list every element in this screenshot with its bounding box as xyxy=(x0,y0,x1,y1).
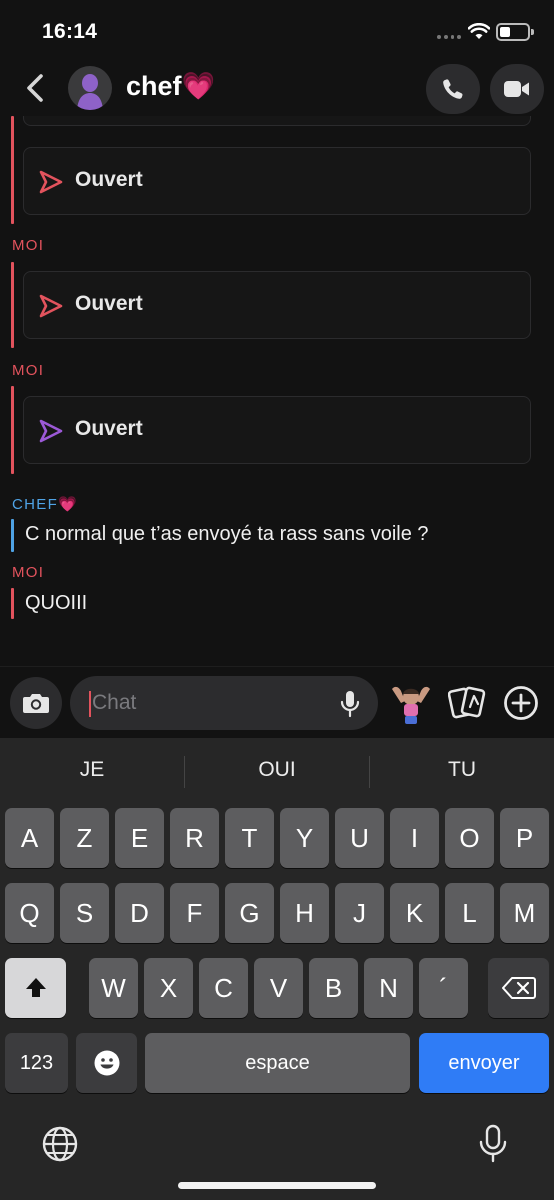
key-h[interactable]: H xyxy=(280,883,329,943)
back-chevron-icon[interactable] xyxy=(22,72,50,104)
sender-bar xyxy=(11,386,14,474)
key-v[interactable]: V xyxy=(254,958,303,1018)
key-n[interactable]: N xyxy=(364,958,413,1018)
snap-card[interactable]: Ouvert xyxy=(23,271,531,339)
shift-key[interactable] xyxy=(5,958,66,1018)
call-button[interactable] xyxy=(426,64,480,114)
key-k[interactable]: K xyxy=(390,883,439,943)
key-i[interactable]: I xyxy=(390,808,439,868)
battery-icon xyxy=(496,23,534,41)
emoji-icon xyxy=(94,1050,119,1076)
key-apostrophe[interactable]: ´ xyxy=(419,958,468,1018)
return-send-key[interactable]: envoyer xyxy=(419,1033,549,1093)
message-text[interactable]: C normal que t’as envoyé ta rass sans vo… xyxy=(25,523,429,546)
sent-arrow-icon xyxy=(39,294,63,318)
video-call-button[interactable] xyxy=(490,64,544,114)
space-key[interactable]: espace xyxy=(145,1033,410,1093)
chat-header: chef💗 xyxy=(0,60,554,116)
camera-button[interactable] xyxy=(10,677,62,729)
dictation-icon[interactable] xyxy=(478,1124,508,1164)
key-c[interactable]: C xyxy=(199,958,248,1018)
key-x[interactable]: X xyxy=(144,958,193,1018)
backspace-icon xyxy=(501,977,536,999)
numbers-key[interactable]: 123 xyxy=(5,1033,68,1093)
key-g[interactable]: G xyxy=(225,883,274,943)
backspace-key[interactable] xyxy=(488,958,549,1018)
key-d[interactable]: D xyxy=(115,883,164,943)
sender-bar xyxy=(11,588,14,619)
sender-bar xyxy=(11,262,14,348)
bitmoji-icon[interactable] xyxy=(390,681,432,725)
composer-bar: Chat xyxy=(0,666,554,738)
key-e[interactable]: E xyxy=(115,808,164,868)
snap-card[interactable]: Ouvert xyxy=(23,147,531,215)
person-silhouette-icon xyxy=(77,74,103,110)
avatar[interactable] xyxy=(68,66,112,110)
phone-icon xyxy=(443,79,463,99)
text-caret xyxy=(89,691,91,717)
message-list[interactable]: Ouvert MOI Ouvert MOI Ouvert CHEF💗 C nor… xyxy=(0,116,554,666)
key-s[interactable]: S xyxy=(60,883,109,943)
shift-icon xyxy=(25,978,46,997)
sender-label-me: MOI xyxy=(12,237,45,254)
microphone-icon[interactable] xyxy=(340,690,360,718)
predictive-bar: JE OUI TU xyxy=(0,738,554,804)
chat-input[interactable]: Chat xyxy=(70,676,378,730)
key-a[interactable]: A xyxy=(5,808,54,868)
key-q[interactable]: Q xyxy=(5,883,54,943)
suggestion-3[interactable]: TU xyxy=(370,758,554,782)
snap-status-label: Ouvert xyxy=(75,417,143,440)
snap-status-label: Ouvert xyxy=(75,292,143,315)
key-r[interactable]: R xyxy=(170,808,219,868)
status-time: 16:14 xyxy=(42,20,98,43)
key-m[interactable]: M xyxy=(500,883,549,943)
key-p[interactable]: P xyxy=(500,808,549,868)
chat-title[interactable]: chef💗 xyxy=(126,70,215,102)
sender-label-me: MOI xyxy=(12,564,45,581)
cards-icon[interactable] xyxy=(448,683,486,723)
video-camera-icon xyxy=(504,81,529,97)
key-y[interactable]: Y xyxy=(280,808,329,868)
suggestion-1[interactable]: JE xyxy=(0,758,184,782)
globe-icon[interactable] xyxy=(40,1124,80,1164)
sender-bar xyxy=(11,519,14,552)
snap-card-partial[interactable] xyxy=(23,116,531,126)
cellular-signal-icon xyxy=(437,35,461,40)
sent-arrow-icon xyxy=(39,419,63,443)
key-z[interactable]: Z xyxy=(60,808,109,868)
key-u[interactable]: U xyxy=(335,808,384,868)
snap-card[interactable]: Ouvert xyxy=(23,396,531,464)
sent-arrow-icon xyxy=(39,170,63,194)
status-bar: 16:14 xyxy=(0,0,554,62)
sender-label-chef: CHEF💗 xyxy=(12,496,79,513)
emoji-key[interactable] xyxy=(76,1033,137,1093)
wifi-icon xyxy=(468,23,490,39)
key-l[interactable]: L xyxy=(445,883,494,943)
suggestion-2[interactable]: OUI xyxy=(185,758,369,782)
key-t[interactable]: T xyxy=(225,808,274,868)
chat-input-placeholder: Chat xyxy=(92,691,137,714)
sender-bar xyxy=(11,116,14,224)
snap-status-label: Ouvert xyxy=(75,168,143,191)
plus-circle-icon[interactable] xyxy=(503,685,539,721)
sender-label-me: MOI xyxy=(12,362,45,379)
keyboard: JE OUI TU A Z E R T Y U I O P Q S D F G … xyxy=(0,738,554,1200)
key-b[interactable]: B xyxy=(309,958,358,1018)
message-text[interactable]: QUOIII xyxy=(25,592,87,615)
key-j[interactable]: J xyxy=(335,883,384,943)
key-w[interactable]: W xyxy=(89,958,138,1018)
camera-icon xyxy=(23,694,49,713)
key-o[interactable]: O xyxy=(445,808,494,868)
key-f[interactable]: F xyxy=(170,883,219,943)
home-indicator[interactable] xyxy=(178,1182,376,1189)
